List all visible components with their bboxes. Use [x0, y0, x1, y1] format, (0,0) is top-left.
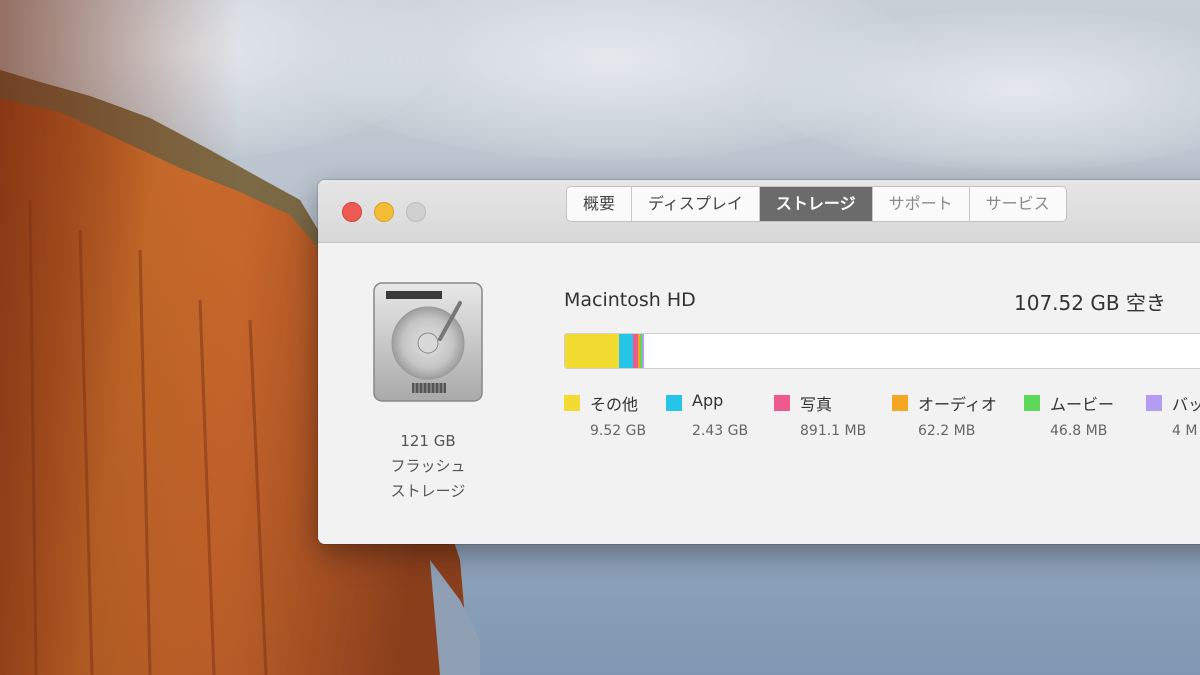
legend-swatch-backups [1146, 395, 1162, 411]
title-bar[interactable]: 概要 ディスプレイ ストレージ サポート サービス [318, 180, 1200, 243]
disk-type-line2: ストレージ [390, 482, 466, 500]
legend-size-backups: 4 M [1172, 423, 1198, 439]
tab-storage[interactable]: ストレージ [759, 187, 873, 221]
legend-size-movies: 46.8 MB [1050, 423, 1108, 439]
legend-size-audio: 62.2 MB [918, 423, 976, 439]
legend-label-audio: オーディオ [918, 395, 997, 414]
disk-info: 121 GB フラッシュ ストレージ [358, 429, 498, 504]
usage-segment-backups[interactable] [642, 334, 645, 368]
tab-bar: 概要 ディスプレイ ストレージ サポート サービス [566, 186, 1067, 222]
usage-segment-app[interactable] [619, 334, 634, 368]
legend-label-other: その他 [590, 395, 639, 414]
disk-capacity: 121 GB [400, 432, 456, 450]
legend-label-app: App [692, 391, 724, 410]
tab-overview[interactable]: 概要 [567, 187, 633, 221]
hard-drive-icon [373, 282, 483, 402]
storage-usage-bar[interactable] [564, 333, 1200, 369]
desktop-background: 概要 ディスプレイ ストレージ サポート サービス 121 GB フラッシュ ス… [0, 0, 1200, 675]
tab-service[interactable]: サービス [970, 187, 1066, 221]
storage-pane: 121 GB フラッシュ ストレージ Macintosh HD 107.52 G… [318, 243, 1200, 544]
legend-label-movies: ムービー [1050, 395, 1115, 414]
minimize-button[interactable] [374, 202, 394, 222]
legend-size-app: 2.43 GB [692, 423, 749, 439]
usage-segment-other[interactable] [565, 334, 620, 368]
legend-label-backups: バッ [1172, 395, 1200, 414]
volume-name: Macintosh HD [564, 289, 696, 311]
legend-swatch-other [564, 395, 580, 411]
legend-size-other: 9.52 GB [590, 423, 647, 439]
about-this-mac-window: 概要 ディスプレイ ストレージ サポート サービス 121 GB フラッシュ ス… [318, 180, 1200, 544]
legend-swatch-app [666, 395, 682, 411]
legend-size-photos: 891.1 MB [800, 423, 867, 439]
legend-swatch-audio [892, 395, 908, 411]
zoom-button[interactable] [406, 202, 426, 222]
tab-support[interactable]: サポート [873, 187, 970, 221]
close-button[interactable] [342, 202, 362, 222]
legend-swatch-photos [774, 395, 790, 411]
disk-type-line1: フラッシュ [390, 457, 466, 475]
free-space: 107.52 GB 空き [1014, 291, 1166, 315]
legend-swatch-movies [1024, 395, 1040, 411]
tab-displays[interactable]: ディスプレイ [632, 187, 760, 221]
legend-label-photos: 写真 [800, 395, 833, 414]
